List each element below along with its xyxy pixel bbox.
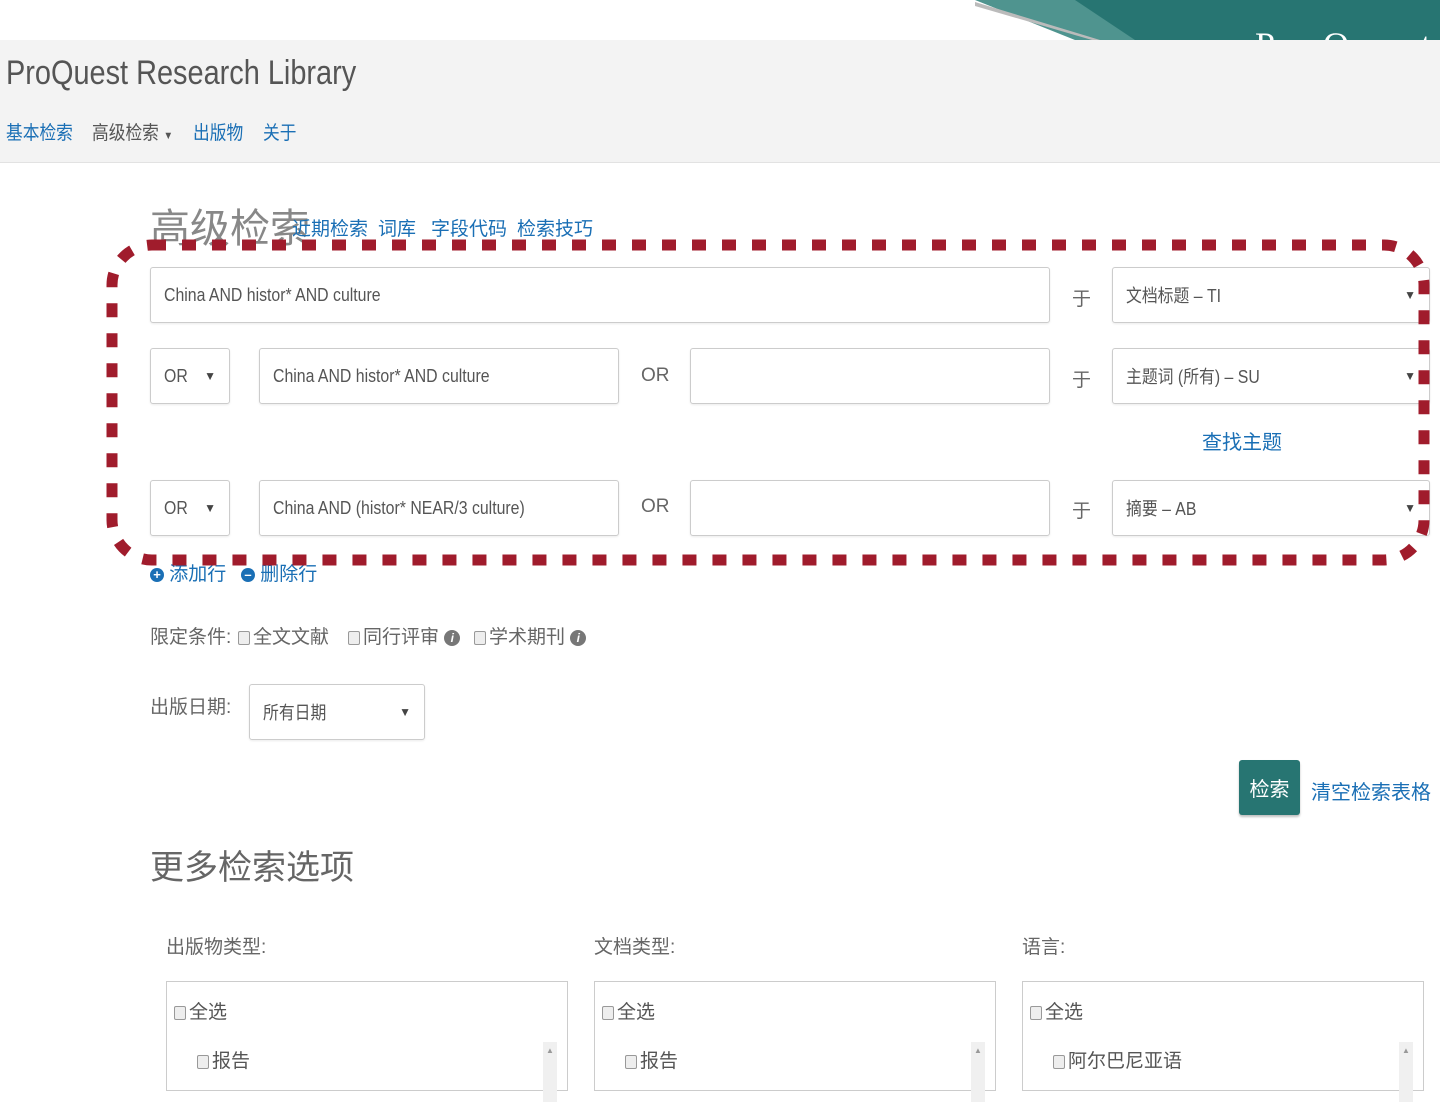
- option-label: 全选: [189, 1002, 228, 1023]
- doc-type-list[interactable]: 全选 报告: [594, 981, 996, 1102]
- language-list[interactable]: 全选 阿尔巴尼亚语: [1022, 981, 1424, 1102]
- nav-advanced-search[interactable]: 高级检索 ▼: [92, 118, 173, 145]
- caret-down-icon: ▼: [163, 130, 174, 142]
- pub-type-list[interactable]: 全选 报告: [166, 981, 568, 1102]
- banner-graphic: [975, 0, 1440, 40]
- plus-circle-icon: +: [150, 567, 164, 582]
- checkbox[interactable]: [174, 1005, 186, 1020]
- search-button[interactable]: 检索: [1239, 760, 1300, 815]
- checkbox[interactable]: [348, 630, 360, 645]
- checkbox[interactable]: [1030, 1005, 1042, 1020]
- checkbox[interactable]: [625, 1054, 637, 1069]
- limit-peer-reviewed[interactable]: 同行评审 i: [348, 622, 461, 649]
- option-label: 报告: [212, 1051, 251, 1072]
- limits-label: 限定条件:: [150, 627, 232, 648]
- nav-about[interactable]: 关于: [263, 118, 296, 145]
- date-label: 出版日期:: [150, 697, 232, 718]
- proquest-logo: ProQuest: [1255, 24, 1437, 40]
- list-item[interactable]: 阿尔巴尼亚语: [1053, 1046, 1182, 1073]
- nav-publications[interactable]: 出版物: [193, 118, 243, 145]
- limit-scholarly-journals[interactable]: 学术期刊 i: [474, 622, 587, 649]
- option-label: 全选: [1045, 1002, 1084, 1023]
- select-all-option[interactable]: 全选: [1030, 997, 1083, 1024]
- doc-type-label: 文档类型:: [594, 937, 676, 958]
- more-options-title: 更多检索选项: [150, 849, 354, 887]
- scrollbar[interactable]: [543, 1042, 557, 1102]
- minus-circle-icon: –: [241, 567, 255, 582]
- select-all-option[interactable]: 全选: [602, 997, 655, 1024]
- date-value: 所有日期: [263, 703, 327, 723]
- language-label: 语言:: [1022, 937, 1066, 958]
- info-icon[interactable]: i: [444, 629, 461, 646]
- checkbox[interactable]: [238, 630, 250, 645]
- scrollbar[interactable]: [1399, 1042, 1413, 1102]
- option-label: 阿尔巴尼亚语: [1068, 1051, 1183, 1072]
- pub-type-label: 出版物类型:: [166, 937, 267, 958]
- info-icon[interactable]: i: [570, 629, 587, 646]
- scrollbar[interactable]: [971, 1042, 985, 1102]
- checkbox[interactable]: [474, 630, 486, 645]
- option-label: 报告: [640, 1051, 679, 1072]
- checkbox[interactable]: [197, 1054, 209, 1069]
- nav-basic-search[interactable]: 基本检索: [6, 118, 73, 145]
- limit-label: 学术期刊: [489, 627, 566, 648]
- app-header: ProQuest Research Library 基本检索 高级检索 ▼ 出版…: [0, 40, 1440, 163]
- list-item[interactable]: 报告: [625, 1046, 678, 1073]
- dropdown-arrow-icon: ▼: [399, 705, 411, 719]
- limit-fulltext[interactable]: 全文文献: [238, 622, 329, 649]
- limit-label: 同行评审: [363, 627, 440, 648]
- option-label: 全选: [617, 1002, 656, 1023]
- nav-advanced-label: 高级检索: [92, 123, 159, 144]
- highlight-annotation: [106, 239, 1430, 566]
- limit-label: 全文文献: [253, 627, 330, 648]
- checkbox[interactable]: [1053, 1054, 1065, 1069]
- clear-form-link[interactable]: 清空检索表格: [1311, 776, 1431, 805]
- top-banner: ProQuest: [0, 0, 1440, 40]
- date-select[interactable]: 所有日期 ▼: [249, 684, 425, 740]
- app-title: ProQuest Research Library: [6, 54, 357, 92]
- checkbox[interactable]: [602, 1005, 614, 1020]
- list-item[interactable]: 报告: [197, 1046, 250, 1073]
- select-all-option[interactable]: 全选: [174, 997, 227, 1024]
